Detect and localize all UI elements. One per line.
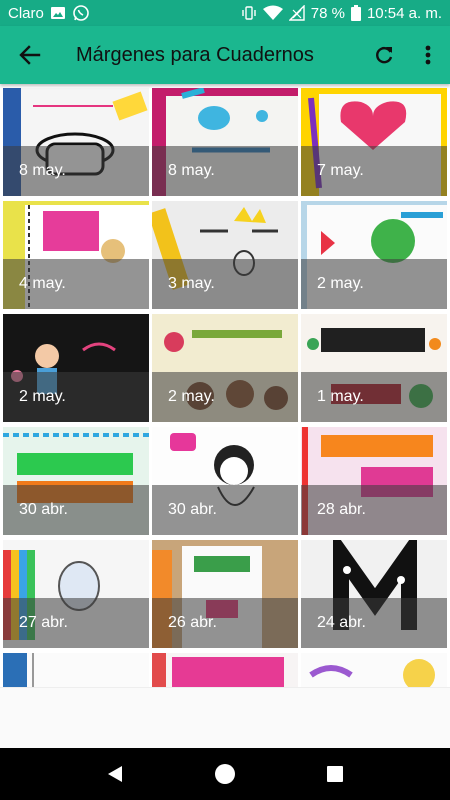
nav-back-button[interactable] xyxy=(95,754,135,794)
clock: 10:54 a. m. xyxy=(366,4,442,22)
signal-icon xyxy=(288,5,305,21)
video-date: 1 may. xyxy=(301,372,447,422)
whatsapp-icon xyxy=(72,4,90,22)
video-thumbnail[interactable]: 28 abr. xyxy=(301,427,447,535)
video-date: 2 may. xyxy=(3,372,149,422)
video-date: 4 may. xyxy=(3,259,149,309)
refresh-button[interactable] xyxy=(362,26,406,84)
video-date: 27 abr. xyxy=(3,598,149,648)
video-grid-scroll[interactable]: 8 may. 8 may. 7 may. 4 may. 3 may. 2 may… xyxy=(0,84,450,687)
video-date: 3 may. xyxy=(152,259,298,309)
refresh-icon xyxy=(376,47,393,64)
video-date: 8 may. xyxy=(152,146,298,196)
video-thumbnail[interactable] xyxy=(3,653,149,687)
system-navigation-bar xyxy=(0,748,450,800)
video-thumbnail[interactable]: 4 may. xyxy=(3,201,149,309)
page-title: Márgenes para Cuadernos xyxy=(76,43,314,66)
thumbnail-image xyxy=(301,653,447,687)
triangle-back-icon xyxy=(108,766,122,782)
app-bar: Márgenes para Cuadernos xyxy=(0,26,450,84)
video-thumbnail[interactable] xyxy=(301,653,447,687)
battery-icon xyxy=(350,5,361,21)
video-thumbnail[interactable]: 27 abr. xyxy=(3,540,149,648)
arrow-back-icon xyxy=(19,45,41,65)
battery-percent: 78 % xyxy=(310,4,345,22)
video-date: 24 abr. xyxy=(301,598,447,648)
video-thumbnail[interactable]: 30 abr. xyxy=(152,427,298,535)
vibrate-icon xyxy=(241,5,257,21)
thumbnail-image xyxy=(3,653,149,687)
video-grid: 8 may. 8 may. 7 may. 4 may. 3 may. 2 may… xyxy=(3,88,447,687)
status-bar: Claro 78 % 10:54 a. m. xyxy=(0,0,450,26)
video-thumbnail[interactable]: 30 abr. xyxy=(3,427,149,535)
video-thumbnail[interactable]: 2 may. xyxy=(152,314,298,422)
carrier-label: Claro xyxy=(8,4,44,22)
back-button[interactable] xyxy=(0,26,60,84)
nav-home-button[interactable] xyxy=(205,754,245,794)
video-thumbnail[interactable]: 2 may. xyxy=(3,314,149,422)
circle-home-icon xyxy=(215,764,235,784)
video-thumbnail[interactable]: 2 may. xyxy=(301,201,447,309)
video-date: 30 abr. xyxy=(3,485,149,535)
overflow-menu-button[interactable] xyxy=(406,26,450,84)
video-thumbnail[interactable]: 8 may. xyxy=(152,88,298,196)
video-date: 30 abr. xyxy=(152,485,298,535)
video-thumbnail[interactable]: 1 may. xyxy=(301,314,447,422)
video-thumbnail[interactable]: 26 abr. xyxy=(152,540,298,648)
thumbnail-image xyxy=(152,653,298,687)
nav-recents-button[interactable] xyxy=(315,754,355,794)
video-thumbnail[interactable] xyxy=(152,653,298,687)
video-date: 28 abr. xyxy=(301,485,447,535)
video-thumbnail[interactable]: 7 may. xyxy=(301,88,447,196)
video-date: 26 abr. xyxy=(152,598,298,648)
square-recents-icon xyxy=(327,766,343,782)
more-vert-icon xyxy=(425,45,431,65)
wifi-icon xyxy=(262,5,283,21)
video-date: 8 may. xyxy=(3,146,149,196)
video-date: 2 may. xyxy=(152,372,298,422)
video-thumbnail[interactable]: 8 may. xyxy=(3,88,149,196)
empty-footer-area xyxy=(0,687,450,748)
image-notification-icon xyxy=(50,5,66,21)
video-date: 2 may. xyxy=(301,259,447,309)
video-date: 7 may. xyxy=(301,146,447,196)
video-thumbnail[interactable]: 3 may. xyxy=(152,201,298,309)
video-thumbnail[interactable]: 24 abr. xyxy=(301,540,447,648)
